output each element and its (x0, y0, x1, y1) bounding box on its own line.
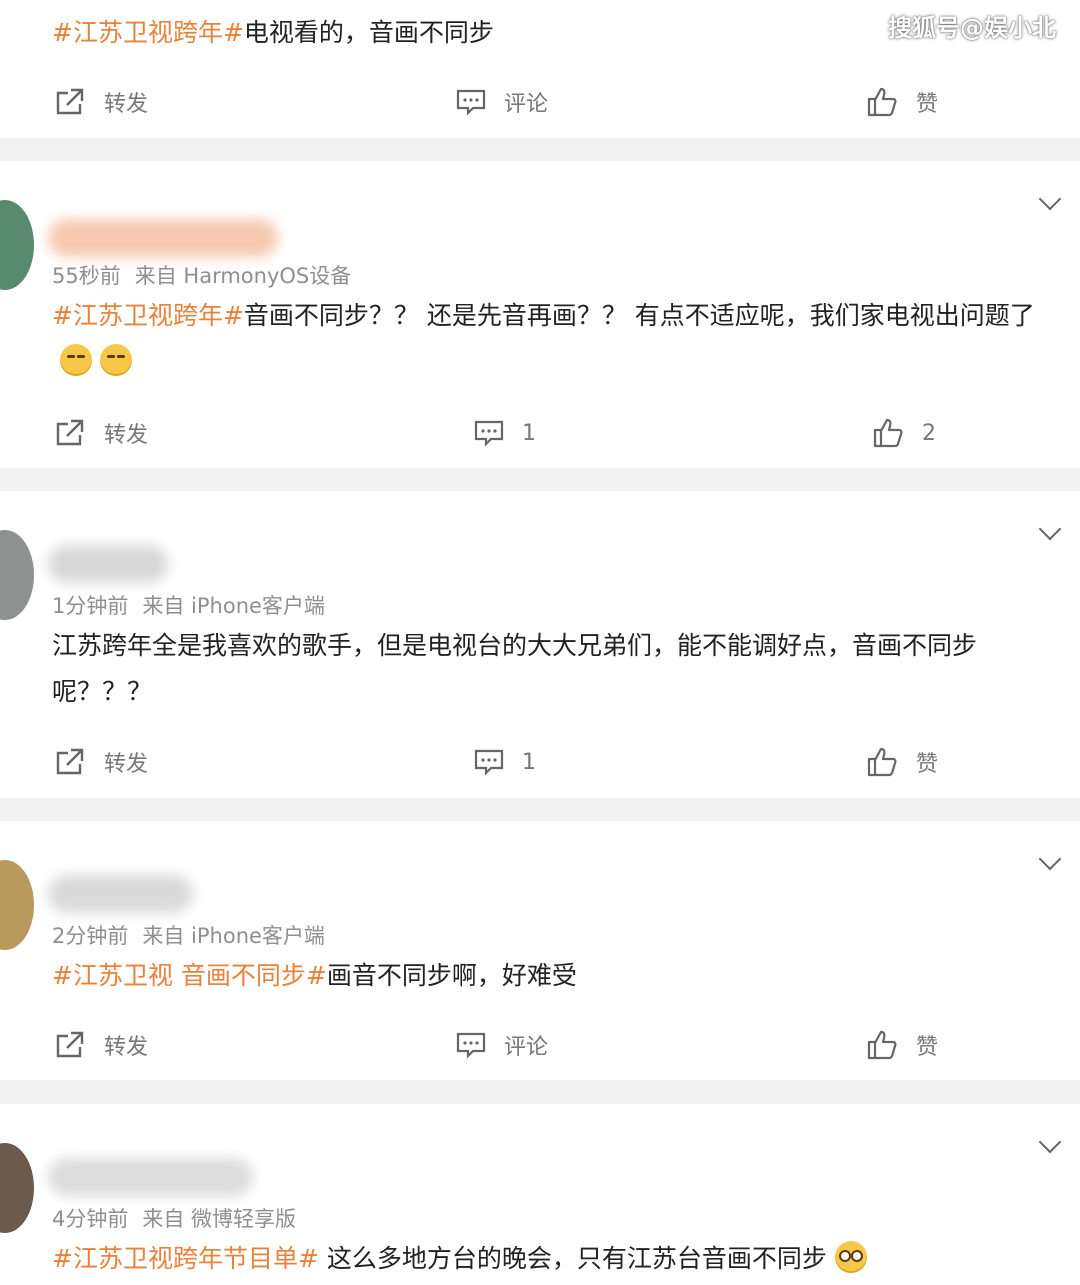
repost-icon (56, 1031, 84, 1058)
post-meta: 2分钟前 来自 iPhone客户端 (52, 920, 325, 950)
post-source: 来自 iPhone客户端 (142, 924, 325, 948)
repost-label: 转发 (104, 92, 149, 117)
like-count: 赞 (916, 752, 939, 777)
comment-button[interactable]: 评论 (456, 1025, 548, 1065)
repost-button[interactable]: 转发 (54, 413, 148, 453)
like-count: 2 (922, 420, 936, 446)
like-icon (867, 1030, 897, 1060)
like-count: 赞 (916, 1035, 939, 1060)
like-icon (873, 418, 903, 448)
post-time: 1分钟前 (52, 594, 129, 618)
repost-label: 转发 (104, 752, 149, 777)
post-meta: 55秒前 来自 HarmonyOS设备 (52, 260, 351, 290)
post-text: 电视看的，音画不同步 (243, 18, 494, 47)
like-icon (867, 747, 897, 777)
action-bar: 转发 1 2 (0, 413, 1080, 453)
comment-count: 1 (522, 749, 536, 775)
post-time: 2分钟前 (52, 924, 129, 948)
comment-count: 1 (522, 420, 536, 446)
chevron-down-icon[interactable] (1038, 517, 1062, 541)
comment-button[interactable]: 1 (474, 742, 536, 782)
repost-button[interactable]: 转发 (54, 82, 148, 122)
avatar[interactable] (0, 1143, 34, 1233)
post-text: 音画不同步？？ 还是先音再画？？ 有点不适应呢，我们家电视出问题了 (243, 301, 1035, 330)
hashtag-link[interactable]: #江苏卫视跨年# (52, 18, 244, 47)
action-bar: 转发 1 赞 (0, 742, 1080, 782)
sleepy-emoji-icon (100, 344, 132, 376)
post-source: 来自 微博轻享版 (142, 1207, 297, 1231)
repost-icon (56, 748, 84, 775)
avatar[interactable] (0, 200, 34, 290)
comment-icon (456, 89, 486, 116)
shocked-emoji-icon (834, 1241, 867, 1273)
comment-count: 评论 (504, 1035, 549, 1060)
repost-button[interactable]: 转发 (54, 742, 148, 782)
post-card: 55秒前 来自 HarmonyOS设备 #江苏卫视跨年#音画不同步？？ 还是先音再… (0, 161, 1080, 468)
hashtag-link[interactable]: #江苏卫视 音画不同步# (52, 961, 327, 990)
like-button[interactable]: 赞 (866, 82, 938, 122)
username[interactable] (48, 1158, 253, 1196)
comment-button[interactable]: 评论 (456, 82, 548, 122)
comment-icon (456, 1032, 486, 1059)
username[interactable] (48, 875, 193, 913)
username[interactable] (48, 545, 168, 583)
post-body: #江苏卫视 音画不同步#画音不同步啊，好难受 (52, 953, 1056, 999)
sleepy-emoji-icon (60, 344, 92, 376)
avatar[interactable] (0, 530, 34, 620)
comment-icon (474, 749, 504, 776)
watermark: 搜狐号@娱小北 (888, 14, 1056, 42)
comment-button[interactable]: 1 (474, 413, 536, 453)
like-count: 赞 (916, 92, 939, 117)
post-meta: 4分钟前 来自 微博轻享版 (52, 1203, 296, 1233)
post-body: #江苏卫视跨年#音画不同步？？ 还是先音再画？？ 有点不适应呢，我们家电视出问题… (52, 293, 1056, 385)
post-source: 来自 iPhone客户端 (142, 594, 325, 618)
repost-label: 转发 (104, 423, 149, 448)
hashtag-link[interactable]: #江苏卫视跨年节目单# (52, 1244, 319, 1273)
repost-button[interactable]: 转发 (54, 1025, 148, 1065)
post-body: 江苏跨年全是我喜欢的歌手，但是电视台的大大兄弟们，能不能调好点，音画不同步呢？？… (52, 623, 1056, 715)
like-button[interactable]: 2 (872, 413, 936, 453)
hashtag-link[interactable]: #江苏卫视跨年# (52, 301, 244, 330)
repost-icon (56, 419, 84, 446)
post-source: 来自 HarmonyOS设备 (134, 264, 352, 288)
like-icon (867, 87, 897, 117)
post-card: 4分钟前 来自 微博轻享版 #江苏卫视跨年节目单# 这么多地方台的晚会，只有江苏台… (0, 1104, 1080, 1285)
repost-icon (56, 88, 84, 115)
post-body: #江苏卫视跨年节目单# 这么多地方台的晚会，只有江苏台音画不同步 (52, 1236, 1056, 1282)
repost-label: 转发 (104, 1035, 149, 1060)
username[interactable] (48, 219, 278, 257)
like-button[interactable]: 赞 (866, 742, 938, 782)
comment-icon (474, 420, 504, 447)
post-card: 2分钟前 来自 iPhone客户端 #江苏卫视 音画不同步#画音不同步啊，好难受 … (0, 821, 1080, 1080)
comment-count: 评论 (504, 92, 549, 117)
post-text: 江苏跨年全是我喜欢的歌手，但是电视台的大大兄弟们，能不能调好点，音画不同步呢？？… (52, 631, 978, 706)
action-bar: 转发 评论 赞 (0, 1025, 1080, 1065)
chevron-down-icon[interactable] (1038, 187, 1062, 211)
chevron-down-icon[interactable] (1038, 1130, 1062, 1154)
like-button[interactable]: 赞 (866, 1025, 938, 1065)
avatar[interactable] (0, 860, 34, 950)
post-card: 1分钟前 来自 iPhone客户端 江苏跨年全是我喜欢的歌手，但是电视台的大大兄弟… (0, 491, 1080, 798)
post-time: 4分钟前 (52, 1207, 129, 1231)
post-meta: 1分钟前 来自 iPhone客户端 (52, 590, 325, 620)
post-text: 这么多地方台的晚会，只有江苏台音画不同步 (318, 1244, 827, 1273)
post-text: 画音不同步啊，好难受 (326, 961, 577, 990)
chevron-down-icon[interactable] (1038, 847, 1062, 871)
action-bar: 转发 评论 赞 (0, 82, 1080, 122)
post-time: 55秒前 (52, 264, 121, 288)
